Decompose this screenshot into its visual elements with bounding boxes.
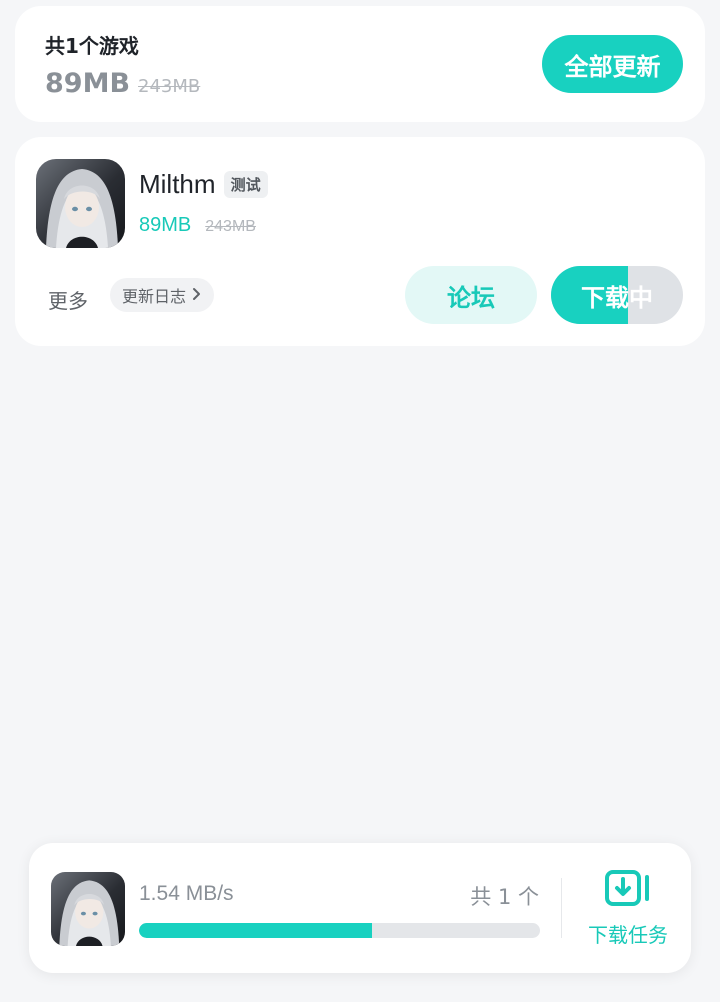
download-progress-fill xyxy=(139,923,372,938)
game-name-row: Milthm 测试 xyxy=(139,169,268,200)
more-button[interactable]: 更多 xyxy=(48,285,88,314)
download-speed: 1.54 MB/s xyxy=(139,882,234,905)
game-size-row: 89MB 243MB xyxy=(139,214,256,237)
download-tasks-button[interactable]: 下载任务 xyxy=(578,869,678,948)
chevron-right-icon xyxy=(192,286,202,305)
game-name[interactable]: Milthm xyxy=(139,169,216,200)
game-size-new: 89MB xyxy=(139,214,192,236)
downloading-button[interactable]: 下载中 xyxy=(551,266,683,324)
downloading-game-icon xyxy=(51,872,125,946)
game-icon[interactable] xyxy=(36,159,125,248)
update-all-button[interactable]: 全部更新 xyxy=(542,35,683,93)
forum-button[interactable]: 论坛 xyxy=(405,266,537,324)
download-tray-icon xyxy=(578,869,678,909)
summary-size-old: 243MB xyxy=(138,76,201,97)
changelog-label: 更新日志 xyxy=(122,287,187,306)
download-status-bar[interactable]: 1.54 MB/s 共 1 个 下载任务 xyxy=(29,843,691,973)
summary-size-row: 89MB 243MB xyxy=(45,68,200,99)
update-summary-card: 共1个游戏 89MB 243MB 全部更新 xyxy=(15,6,705,122)
game-card: Milthm 测试 89MB 243MB 更多 更新日志 论坛 下载中 xyxy=(15,137,705,346)
test-badge: 测试 xyxy=(223,171,268,198)
download-progress-bar xyxy=(139,923,540,938)
download-tasks-label: 下载任务 xyxy=(588,923,668,947)
game-count-title: 共1个游戏 xyxy=(45,34,139,58)
downloading-label: 下载中 xyxy=(581,283,653,312)
game-size-old: 243MB xyxy=(205,218,256,235)
changelog-button[interactable]: 更新日志 xyxy=(110,278,215,312)
divider xyxy=(561,878,562,938)
summary-size-new: 89MB xyxy=(45,68,131,99)
download-count: 共 1 个 xyxy=(470,885,539,909)
